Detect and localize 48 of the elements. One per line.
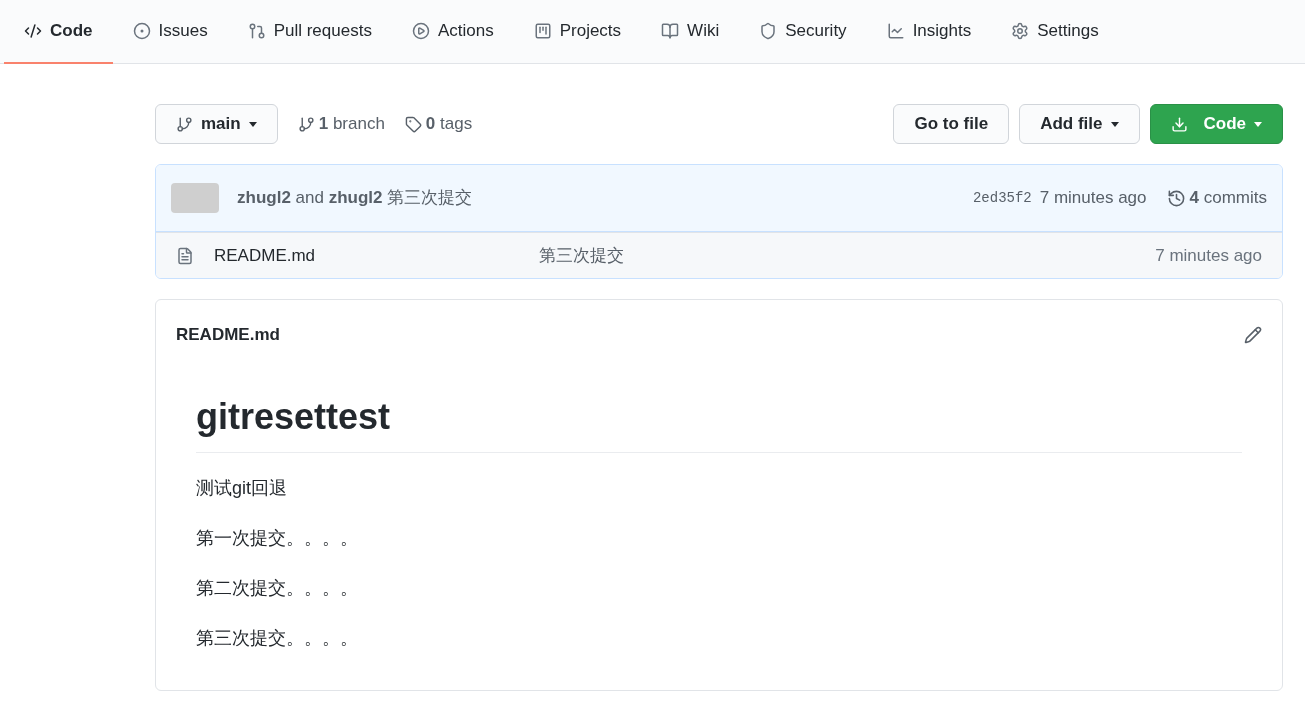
- commit-message: zhugl2 and zhugl2 第三次提交: [237, 187, 473, 210]
- repo-tab[interactable]: Pull requests: [227, 0, 392, 64]
- file-icon: [176, 246, 194, 265]
- history-icon: [1166, 188, 1186, 208]
- book-icon: [661, 22, 680, 40]
- board-icon: [533, 22, 552, 40]
- go-to-file-button[interactable]: Go to file: [893, 104, 1010, 144]
- play-icon: [411, 22, 430, 40]
- caret-icon: [1110, 121, 1119, 127]
- tag-icon: [404, 115, 422, 133]
- pull-request-icon: [247, 22, 266, 40]
- repo-tab[interactable]: Settings: [991, 0, 1119, 64]
- repo-tab[interactable]: Security: [739, 0, 867, 64]
- readme-paragraph: 第三次提交。。。。: [196, 627, 359, 650]
- readme-heading: gitresettest: [196, 390, 1242, 453]
- circle-dot-icon: [132, 22, 151, 40]
- avatar: [171, 183, 219, 213]
- file-name[interactable]: README.md: [214, 242, 539, 269]
- caret-icon: [248, 121, 257, 127]
- shield-icon: [759, 22, 778, 40]
- repo-tab[interactable]: Code: [4, 0, 113, 64]
- readme-filename: README.md: [176, 324, 280, 347]
- repo-tab[interactable]: Wiki: [641, 0, 740, 64]
- branches-link[interactable]: 1 branch: [297, 111, 385, 137]
- edit-button[interactable]: [1244, 326, 1262, 344]
- tags-link[interactable]: 0 tags: [404, 111, 473, 137]
- commit-sha[interactable]: 2ed35f2: [972, 187, 1032, 209]
- caret-icon: [1254, 121, 1262, 127]
- code-icon: [24, 22, 42, 40]
- readme-paragraph: 第二次提交。。。。: [196, 577, 359, 600]
- repo-tab[interactable]: Actions: [391, 0, 514, 64]
- add-file-button[interactable]: Add file: [1019, 104, 1140, 144]
- commits-link[interactable]: 4 commits: [1166, 185, 1267, 211]
- branch-icon: [297, 115, 315, 133]
- graph-icon: [886, 22, 905, 40]
- readme-paragraph: 测试git回退: [196, 477, 288, 500]
- branch-button[interactable]: main: [155, 104, 278, 144]
- repo-tab[interactable]: Issues: [112, 0, 228, 64]
- settings-icon: [1011, 22, 1030, 40]
- file-commit-message[interactable]: 第三次提交: [539, 242, 624, 269]
- repo-tab[interactable]: Insights: [866, 0, 992, 64]
- file-row[interactable]: README.md 第三次提交 7 minutes ago: [156, 232, 1282, 278]
- branch-icon: [176, 115, 193, 133]
- download-icon: [1170, 115, 1188, 133]
- repo-tab[interactable]: Projects: [513, 0, 642, 64]
- readme-paragraph: 第一次提交。。。。: [196, 527, 359, 550]
- commit-time: 7 minutes ago: [1039, 187, 1147, 210]
- file-time: 7 minutes ago: [1155, 244, 1262, 267]
